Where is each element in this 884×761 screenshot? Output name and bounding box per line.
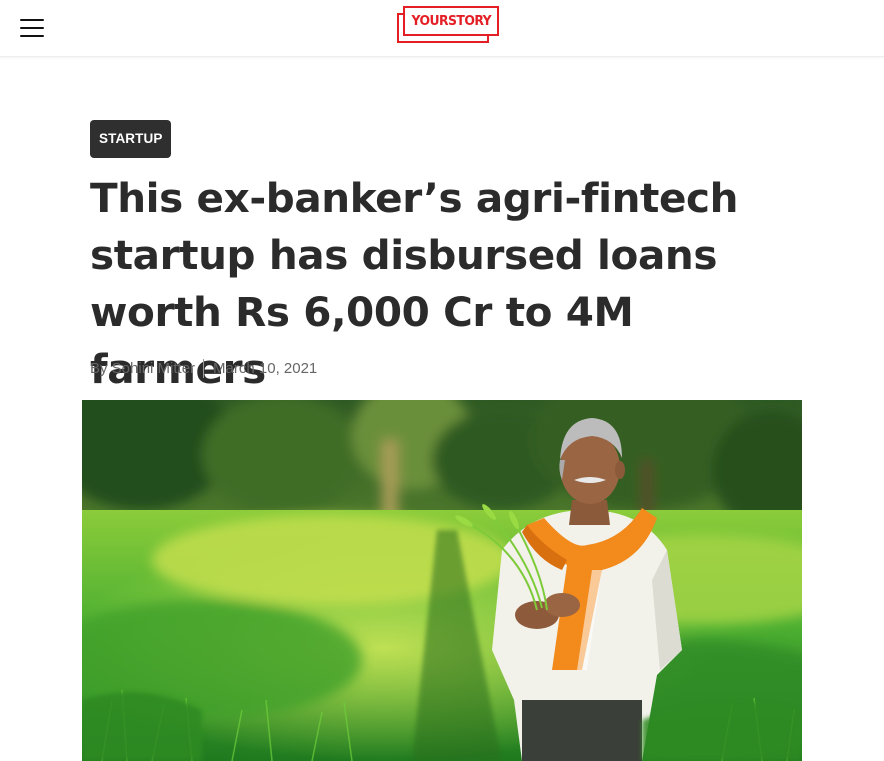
yourstory-logo[interactable]: YOURSTORY [397, 5, 501, 45]
author-link[interactable]: By Sohini Mitter [90, 360, 195, 377]
publish-date: March 10, 2021 [213, 359, 318, 377]
top-navigation-bar: YOURSTORY [0, 0, 884, 57]
hero-image [82, 400, 802, 761]
hamburger-menu-icon[interactable] [20, 18, 44, 38]
category-tag[interactable]: STARTUP [90, 120, 172, 158]
byline-divider [203, 358, 205, 378]
logo-text: YOURSTORY [411, 13, 491, 29]
article-byline: By Sohini Mitter March 10, 2021 [90, 358, 317, 378]
